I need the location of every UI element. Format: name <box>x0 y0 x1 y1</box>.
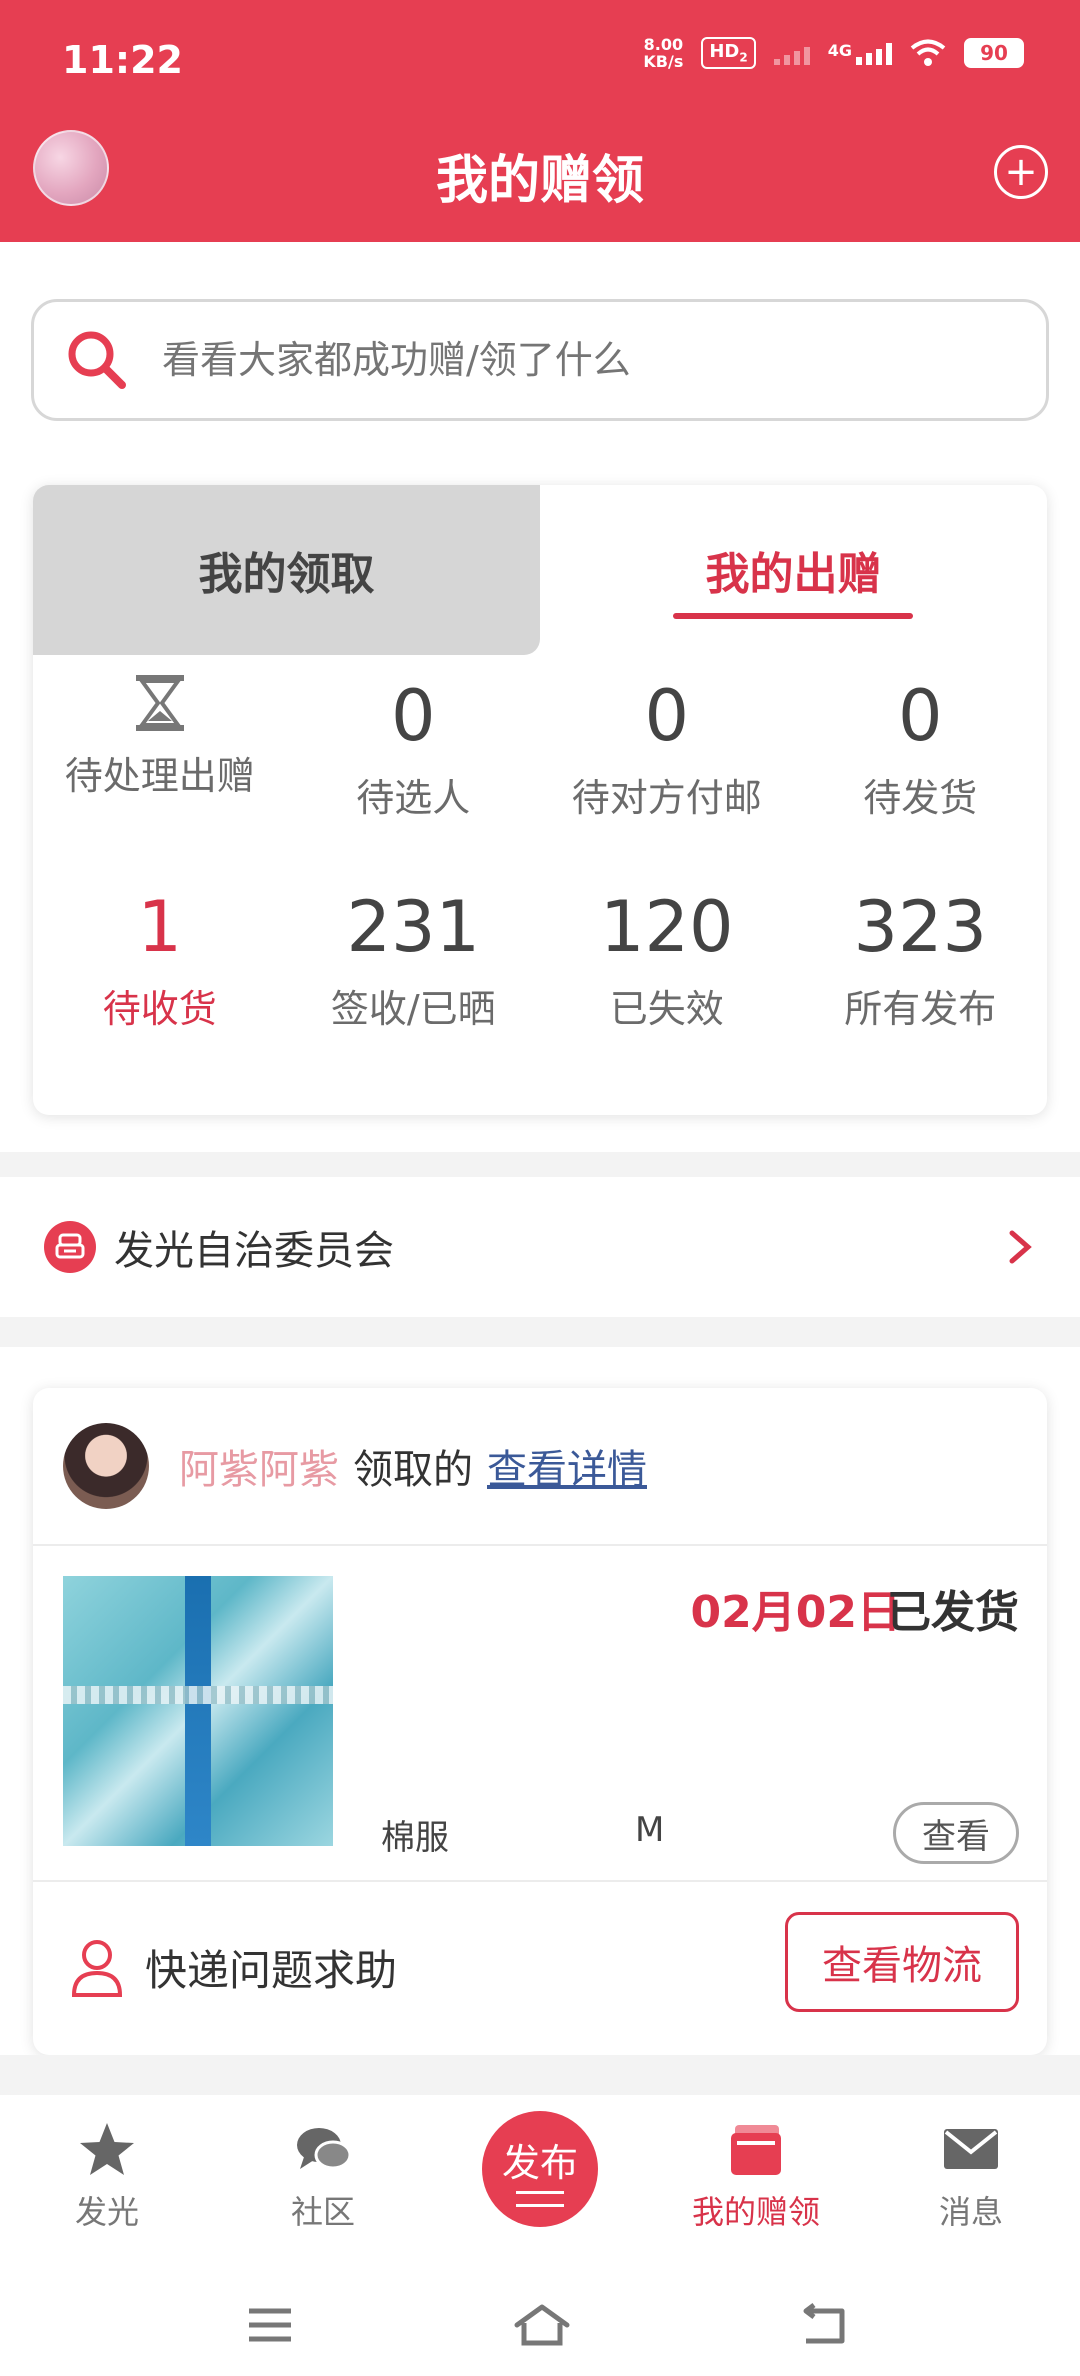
net-speed: 8.00 KB/s <box>643 35 684 71</box>
item-header: 阿紫阿紫 领取的 查看详情 <box>33 1388 1047 1546</box>
stats-row-2: 1 待收货 231 签收/已晒 120 已失效 323 所有发布 <box>33 882 1047 1033</box>
page-title: 我的赠领 <box>435 151 644 211</box>
tab-my-received[interactable]: 我的领取 <box>33 485 540 655</box>
home-icon[interactable] <box>513 2303 571 2347</box>
stat-value: 1 <box>137 886 183 968</box>
chevron-right-icon <box>1009 1230 1032 1264</box>
item-footer: 快递问题求助 查看物流 <box>33 1882 1047 2053</box>
stat-value: 0 <box>644 675 690 757</box>
back-icon[interactable] <box>800 2303 850 2347</box>
view-details-link[interactable]: 查看详情 <box>487 1437 647 1495</box>
star-icon <box>80 2123 134 2175</box>
ship-date: 02月02日 <box>690 1587 901 1638</box>
stat-label: 所有发布 <box>844 987 997 1031</box>
delivery-help-link[interactable]: 快递问题求助 <box>145 1937 397 1998</box>
stat-label: 待处理出赠 <box>64 754 255 798</box>
gift-item-card: 阿紫阿紫 领取的 查看详情 02月02日 已发货 棉服 M 查看 快递问题求助 … <box>33 1388 1047 2055</box>
tab-bar: 我的领取 我的出赠 <box>33 485 1047 655</box>
stat-value: 231 <box>346 886 481 968</box>
app-header: 11:22 8.00 KB/s HD2 4G 90 我的赠领 + <box>0 0 1080 242</box>
publish-button[interactable]: 发布 <box>482 2111 598 2227</box>
item-body: 02月02日 已发货 棉服 M 查看 <box>33 1546 1047 1882</box>
hd-icon: HD2 <box>701 37 756 69</box>
stat-label: 待发货 <box>863 776 978 820</box>
tab-underline <box>673 613 913 619</box>
battery-icon: 90 <box>964 38 1024 68</box>
nav-item-community[interactable]: 社区 <box>243 2119 403 2233</box>
status-icons: 8.00 KB/s HD2 4G 90 <box>643 36 1024 70</box>
search-icon <box>68 331 126 389</box>
stat-pending-gift[interactable]: 待处理出赠 <box>33 655 287 822</box>
stat-label: 待对方付邮 <box>571 776 762 820</box>
user-avatar[interactable] <box>63 1423 149 1509</box>
stat-expired[interactable]: 120 已失效 <box>540 882 794 1033</box>
add-button[interactable]: + <box>994 145 1048 199</box>
bottom-nav: 发光 社区 发布 我的赠领 消息 <box>0 2095 1080 2275</box>
stats-card: 我的领取 我的出赠 待处理出赠 0 待选人 0 待对方付邮 0 待发货 1 待收… <box>33 485 1047 1115</box>
stat-label: 待选人 <box>356 776 471 820</box>
view-logistics-button[interactable]: 查看物流 <box>785 1912 1019 2012</box>
section-divider <box>0 2055 1080 2095</box>
stat-label: 签收/已晒 <box>330 987 496 1031</box>
signal-2-icon: 4G <box>828 41 892 65</box>
status-time: 11:22 <box>62 38 183 82</box>
stat-value: 0 <box>897 675 943 757</box>
system-nav-bar <box>0 2275 1080 2376</box>
section-divider <box>0 1152 1080 1177</box>
stat-to-ship[interactable]: 0 待发货 <box>794 655 1048 822</box>
committee-label: 发光自治委员会 <box>114 1228 394 1274</box>
view-button[interactable]: 查看 <box>893 1802 1019 1864</box>
publish-icon <box>516 2190 564 2207</box>
hourglass-icon <box>135 675 184 731</box>
item-category: 棉服 <box>381 1818 449 1858</box>
stat-value: 0 <box>390 675 436 757</box>
menu-icon[interactable] <box>245 2303 295 2347</box>
section-divider <box>0 1317 1080 1347</box>
nav-item-messages[interactable]: 消息 <box>891 2119 1051 2233</box>
ship-status: 已发货 <box>887 1587 1019 1638</box>
item-size: M <box>635 1810 665 1850</box>
person-icon <box>71 1939 123 1997</box>
nav-item-shine[interactable]: 发光 <box>27 2119 187 2233</box>
wallet-icon <box>731 2125 781 2175</box>
stat-to-select[interactable]: 0 待选人 <box>287 655 541 822</box>
stat-value: 120 <box>599 886 734 968</box>
plus-icon: + <box>1004 149 1038 195</box>
stat-label: 已失效 <box>609 987 724 1031</box>
stat-to-receive[interactable]: 1 待收货 <box>33 882 287 1033</box>
stat-value: 323 <box>853 886 988 968</box>
wifi-icon <box>910 39 946 66</box>
tab-my-given[interactable]: 我的出赠 <box>540 485 1047 655</box>
stat-all-posts[interactable]: 323 所有发布 <box>794 882 1048 1033</box>
committee-icon <box>44 1221 96 1273</box>
stat-signed[interactable]: 231 签收/已晒 <box>287 882 541 1033</box>
stats-row-1: 待处理出赠 0 待选人 0 待对方付邮 0 待发货 <box>33 655 1047 822</box>
mail-icon <box>944 2129 998 2169</box>
search-bar[interactable] <box>31 299 1049 421</box>
committee-row[interactable]: 发光自治委员会 <box>0 1177 1080 1317</box>
user-name[interactable]: 阿紫阿紫 <box>179 1437 339 1495</box>
chat-bubbles-icon <box>297 2128 352 2170</box>
signal-1-icon <box>773 41 810 65</box>
item-action-text: 领取的 <box>353 1447 473 1493</box>
item-image[interactable] <box>63 1576 333 1846</box>
stat-label: 待收货 <box>102 987 217 1031</box>
stat-await-postage[interactable]: 0 待对方付邮 <box>540 655 794 822</box>
nav-item-my-gifts[interactable]: 我的赠领 <box>676 2119 836 2233</box>
search-input[interactable] <box>162 338 982 382</box>
